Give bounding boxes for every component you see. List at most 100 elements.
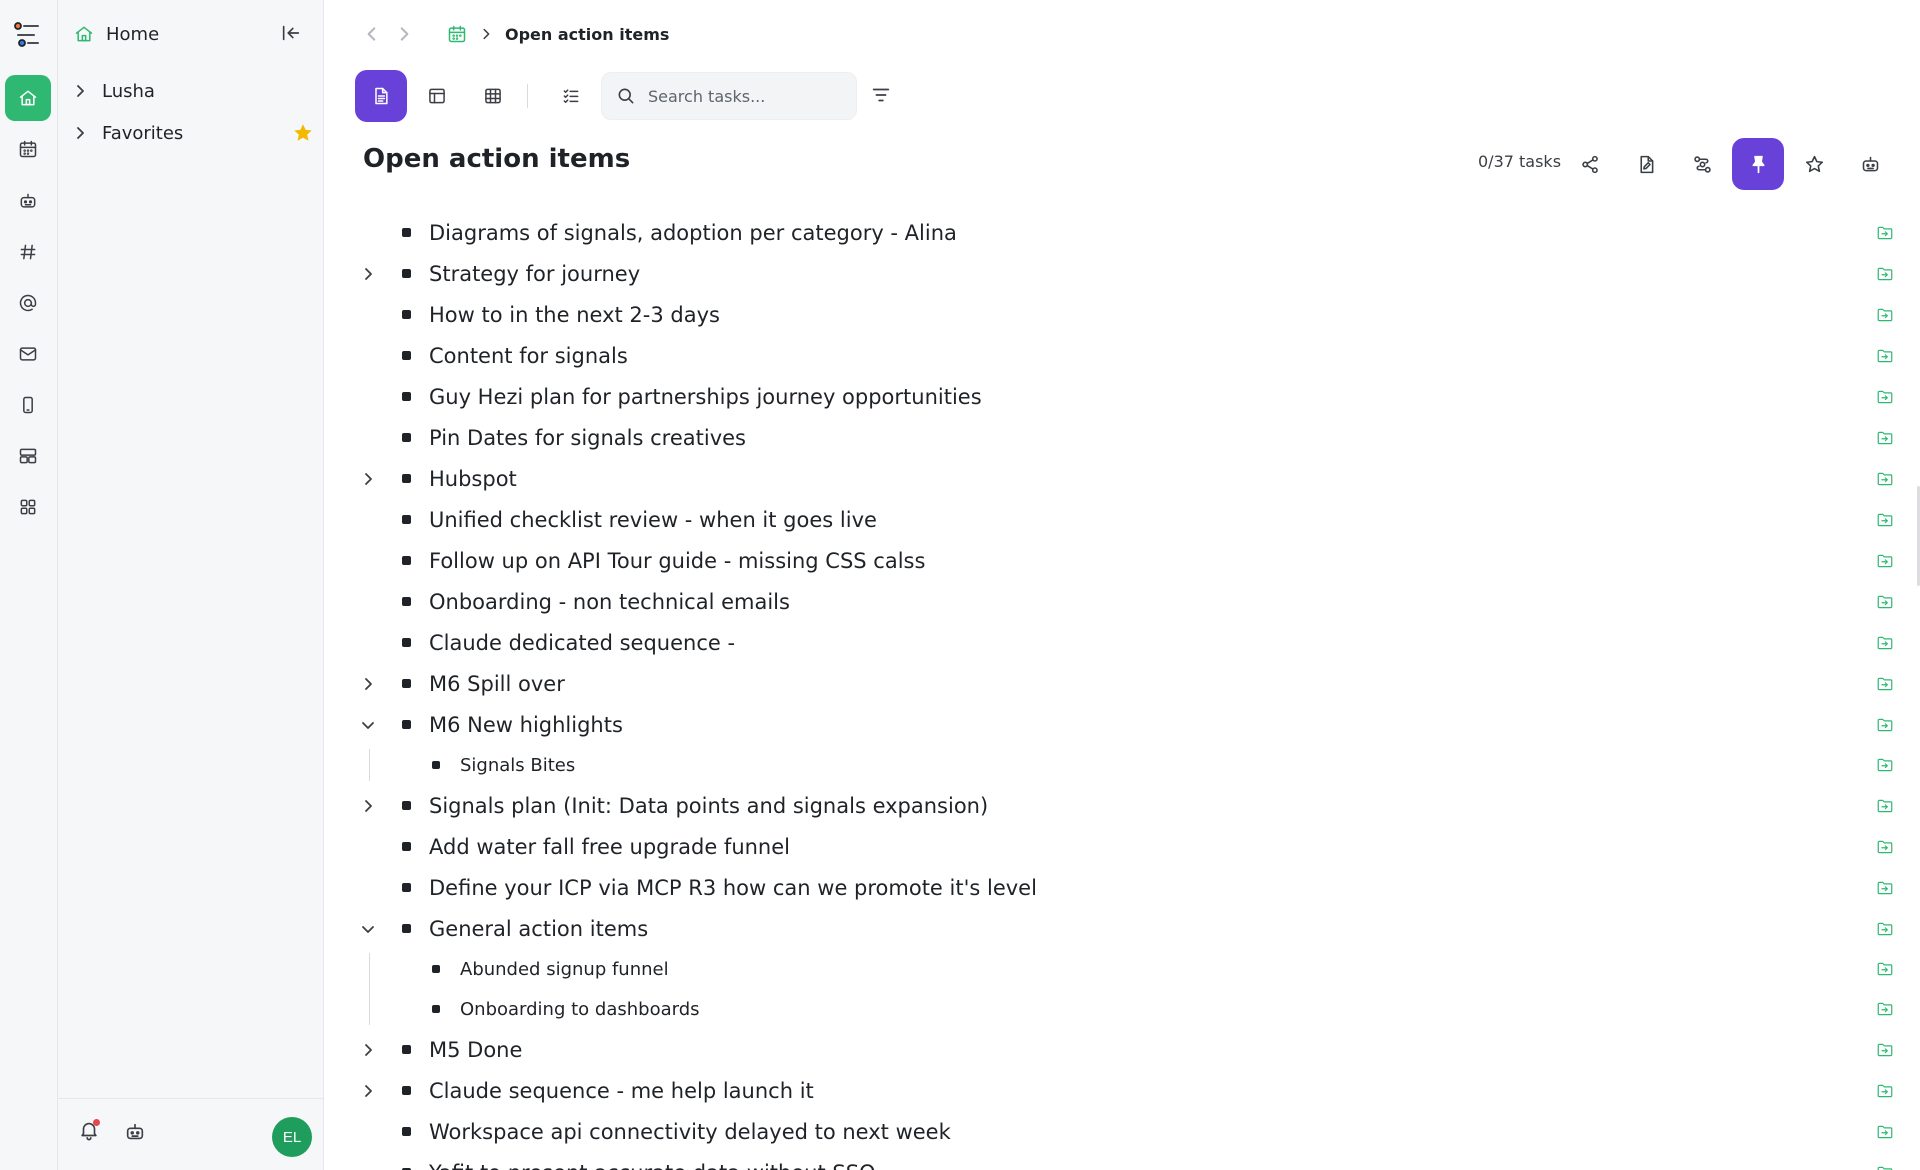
task-row[interactable]: Claude sequence - me help launch it [325,1070,1920,1111]
subtask-row[interactable]: Onboarding to dashboards [325,989,1920,1029]
chevron-right-icon[interactable] [360,1042,376,1058]
move-to-folder-icon[interactable] [1876,960,1894,978]
rail-mentions-button[interactable] [5,280,51,326]
move-to-folder-icon[interactable] [1876,511,1894,529]
task-text[interactable]: Content for signals [429,344,628,368]
task-text[interactable]: Yafit to present accurate data without S… [429,1161,876,1170]
move-to-folder-icon[interactable] [1876,1000,1894,1018]
rail-layout-button[interactable] [5,433,51,479]
move-to-folder-icon[interactable] [1876,306,1894,324]
checklist-view-button[interactable] [545,70,597,122]
task-row[interactable]: Guy Hezi plan for partnerships journey o… [325,376,1920,417]
notifications-button[interactable] [78,1119,104,1145]
task-text[interactable]: M6 Spill over [429,672,565,696]
task-row[interactable]: M5 Done [325,1029,1920,1070]
task-text[interactable]: How to in the next 2-3 days [429,303,720,327]
subtask-row[interactable]: Abunded signup funnel [325,949,1920,989]
pin-button[interactable] [1732,138,1784,190]
move-to-folder-icon[interactable] [1876,265,1894,283]
task-row[interactable]: Define your ICP via MCP R3 how can we pr… [325,867,1920,908]
task-text[interactable]: Define your ICP via MCP R3 how can we pr… [429,876,1037,900]
task-row[interactable]: Strategy for journey [325,253,1920,294]
task-text[interactable]: Follow up on API Tour guide - missing CS… [429,549,925,573]
task-row[interactable]: Content for signals [325,335,1920,376]
assistant-action-button[interactable] [1844,138,1896,190]
move-to-folder-icon[interactable] [1876,716,1894,734]
move-to-folder-icon[interactable] [1876,920,1894,938]
move-to-folder-icon[interactable] [1876,756,1894,774]
task-text[interactable]: Unified checklist review - when it goes … [429,508,877,532]
rail-apps-button[interactable] [5,484,51,530]
task-text[interactable]: Claude sequence - me help launch it [429,1079,814,1103]
task-row[interactable]: M6 Spill over [325,663,1920,704]
chevron-right-icon[interactable] [360,266,376,282]
chevron-down-icon[interactable] [360,717,376,733]
move-to-folder-icon[interactable] [1876,470,1894,488]
workflow-button[interactable] [1676,138,1728,190]
task-row[interactable]: General action items [325,908,1920,949]
move-to-folder-icon[interactable] [1876,1123,1894,1141]
move-to-folder-icon[interactable] [1876,429,1894,447]
task-row[interactable]: Follow up on API Tour guide - missing CS… [325,540,1920,581]
move-to-folder-icon[interactable] [1876,388,1894,406]
subtask-row[interactable]: Signals Bites [325,745,1920,785]
share-button[interactable] [1564,138,1616,190]
chevron-right-icon[interactable] [360,676,376,692]
task-text[interactable]: Onboarding to dashboards [460,999,700,1020]
task-row[interactable]: M6 New highlights [325,704,1920,745]
favorite-button[interactable] [1788,138,1840,190]
move-to-folder-icon[interactable] [1876,1164,1894,1170]
chevron-right-icon[interactable] [360,798,376,814]
edit-document-button[interactable] [1620,138,1672,190]
move-to-folder-icon[interactable] [1876,797,1894,815]
back-arrow-icon[interactable] [363,25,381,43]
task-text[interactable]: M6 New highlights [429,713,623,737]
task-text[interactable]: Add water fall free upgrade funnel [429,835,790,859]
sidebar-item-lusha[interactable]: Lusha [58,73,323,109]
chevron-down-icon[interactable] [360,921,376,937]
task-row[interactable]: Workspace api connectivity delayed to ne… [325,1111,1920,1152]
avatar[interactable]: EL [272,1117,312,1157]
chevron-right-icon[interactable] [360,471,376,487]
move-to-folder-icon[interactable] [1876,552,1894,570]
task-row[interactable]: Diagrams of signals, adoption per catego… [325,212,1920,253]
task-text[interactable]: Workspace api connectivity delayed to ne… [429,1120,951,1144]
task-text[interactable]: Abunded signup funnel [460,959,669,980]
calendar-icon[interactable] [447,24,467,44]
move-to-folder-icon[interactable] [1876,879,1894,897]
breadcrumb-current[interactable]: Open action items [505,25,669,44]
move-to-folder-icon[interactable] [1876,838,1894,856]
task-row[interactable]: Add water fall free upgrade funnel [325,826,1920,867]
table-view-button[interactable] [467,70,519,122]
board-view-button[interactable] [411,70,463,122]
search-input[interactable] [648,86,848,106]
document-view-button[interactable] [355,70,407,122]
task-row[interactable]: Onboarding - non technical emails [325,581,1920,622]
rail-calendar-button[interactable] [5,126,51,172]
task-row[interactable]: Signals plan (Init: Data points and sign… [325,785,1920,826]
move-to-folder-icon[interactable] [1876,634,1894,652]
move-to-folder-icon[interactable] [1876,1082,1894,1100]
task-text[interactable]: Onboarding - non technical emails [429,590,790,614]
task-text[interactable]: Pin Dates for signals creatives [429,426,746,450]
move-to-folder-icon[interactable] [1876,593,1894,611]
forward-arrow-icon[interactable] [395,25,413,43]
task-row[interactable]: Claude dedicated sequence - [325,622,1920,663]
move-to-folder-icon[interactable] [1876,675,1894,693]
task-text[interactable]: Claude dedicated sequence - [429,631,735,655]
rail-home-button[interactable] [5,75,51,121]
task-text[interactable]: Signals Bites [460,755,575,776]
task-text[interactable]: Strategy for journey [429,262,640,286]
task-row[interactable]: Pin Dates for signals creatives [325,417,1920,458]
task-text[interactable]: M5 Done [429,1038,522,1062]
rail-channels-button[interactable] [5,229,51,275]
rail-mail-button[interactable] [5,331,51,377]
task-row[interactable]: Hubspot [325,458,1920,499]
task-text[interactable]: Hubspot [429,467,517,491]
move-to-folder-icon[interactable] [1876,1041,1894,1059]
task-text[interactable]: Diagrams of signals, adoption per catego… [429,221,957,245]
task-text[interactable]: General action items [429,917,648,941]
collapse-sidebar-button[interactable] [280,22,304,46]
chevron-right-icon[interactable] [360,1083,376,1099]
task-row[interactable]: Unified checklist review - when it goes … [325,499,1920,540]
